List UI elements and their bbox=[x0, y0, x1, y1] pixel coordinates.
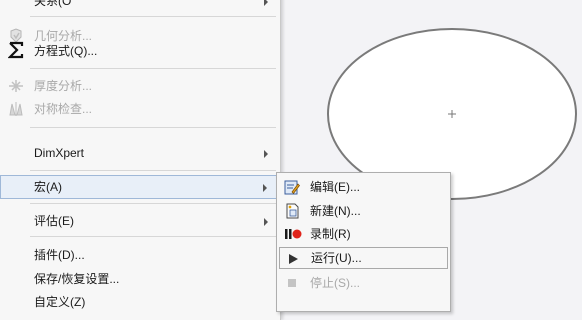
menu-separator bbox=[30, 68, 276, 69]
menu-item-dimxpert[interactable]: DimXpert bbox=[0, 142, 280, 164]
submenu-item-run[interactable]: 运行(U)... bbox=[279, 247, 448, 269]
tools-menu: 关系(O 几何分析... 方程式(Q)... 厚度分析... 对称检查... D… bbox=[0, 0, 281, 320]
submenu-arrow-icon bbox=[264, 150, 268, 158]
edit-macro-icon bbox=[284, 179, 300, 195]
submenu-item-stop[interactable]: 停止(S)... bbox=[279, 272, 448, 294]
submenu-arrow-icon bbox=[264, 218, 268, 226]
thickness-analysis-icon bbox=[8, 78, 24, 94]
submenu-item-label: 停止(S)... bbox=[310, 276, 360, 290]
menu-item-save-restore-settings[interactable]: 保存/恢复设置... bbox=[0, 268, 280, 290]
submenu-item-label: 编辑(E)... bbox=[310, 180, 360, 194]
menu-separator bbox=[30, 127, 276, 128]
submenu-item-new[interactable]: 新建(N)... bbox=[279, 200, 448, 222]
menu-item-label: 自定义(Z) bbox=[34, 295, 86, 309]
menu-item-addins[interactable]: 插件(D)... bbox=[0, 244, 280, 266]
macro-submenu: 编辑(E)... 新建(N)... 录制(R) 运行(U)... 停止(S)..… bbox=[276, 172, 451, 312]
submenu-item-label: 运行(U)... bbox=[311, 251, 362, 265]
menu-item-label: 评估(E) bbox=[34, 214, 74, 228]
menu-item-equations[interactable]: 方程式(Q)... bbox=[0, 40, 280, 62]
submenu-arrow-icon bbox=[263, 184, 267, 192]
menu-item-label: 保存/恢复设置... bbox=[34, 272, 120, 286]
menu-item-symmetry-check[interactable]: 对称检查... bbox=[0, 98, 280, 120]
menu-item-label: DimXpert bbox=[34, 146, 85, 160]
menu-separator bbox=[30, 16, 276, 17]
menu-item-macro[interactable]: 宏(A) bbox=[0, 175, 280, 199]
record-pause-icon bbox=[284, 226, 302, 242]
menu-item-label: 厚度分析... bbox=[34, 79, 93, 93]
submenu-item-label: 新建(N)... bbox=[310, 204, 361, 218]
menu-item-label: 插件(D)... bbox=[34, 248, 85, 262]
symmetry-check-icon bbox=[8, 101, 24, 117]
menu-item-thickness-analysis[interactable]: 厚度分析... bbox=[0, 75, 280, 97]
menu-item-customize[interactable]: 自定义(Z) bbox=[0, 291, 280, 313]
submenu-item-record[interactable]: 录制(R) bbox=[279, 223, 448, 245]
menu-separator bbox=[30, 203, 276, 204]
new-macro-icon bbox=[284, 203, 300, 219]
menu-separator bbox=[30, 236, 276, 237]
stop-icon bbox=[284, 275, 300, 291]
menu-item-label: 方程式(Q)... bbox=[34, 44, 98, 58]
menu-item-relations[interactable]: 关系(O bbox=[0, 0, 280, 12]
menu-item-label: 宏(A) bbox=[34, 180, 62, 194]
menu-item-label: 对称检查... bbox=[34, 102, 93, 116]
menu-item-label: 关系(O bbox=[34, 0, 72, 8]
submenu-item-edit[interactable]: 编辑(E)... bbox=[279, 176, 448, 198]
menu-separator bbox=[30, 170, 276, 171]
submenu-item-label: 录制(R) bbox=[310, 227, 351, 241]
sigma-icon bbox=[7, 41, 24, 59]
submenu-arrow-icon bbox=[264, 0, 268, 6]
menu-item-evaluate[interactable]: 评估(E) bbox=[0, 210, 280, 232]
play-icon bbox=[285, 251, 301, 267]
